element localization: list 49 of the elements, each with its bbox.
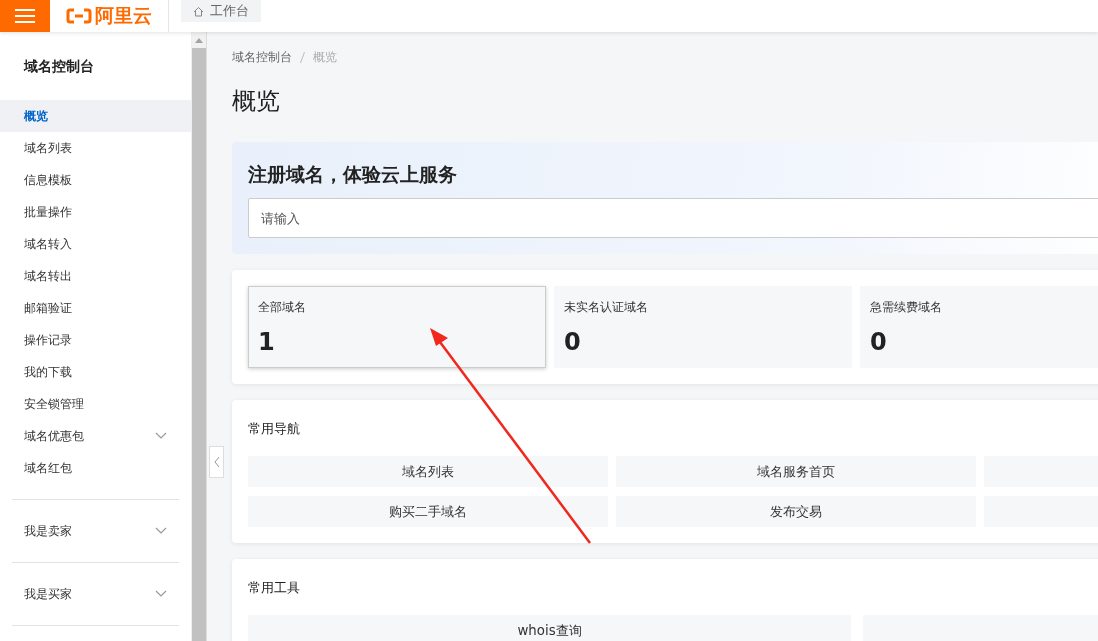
section-title: 常用工具	[248, 579, 301, 597]
sidebar-item[interactable]: 概览	[0, 100, 191, 132]
home-icon	[193, 5, 204, 17]
menu-button[interactable]	[0, 0, 50, 32]
sidebar-group[interactable]: 我是买家	[0, 578, 191, 610]
stat-card[interactable]: 全部域名 1	[248, 286, 546, 368]
nav-link-button[interactable]: 发布交易	[616, 496, 976, 527]
triangle-up-icon	[195, 37, 203, 43]
stat-card[interactable]: 未实名认证域名 0	[554, 286, 852, 368]
stat-value: 0	[564, 328, 582, 356]
domain-search-field[interactable]: 请输入	[248, 198, 1098, 238]
chevron-icon	[155, 527, 167, 535]
sidebar-item[interactable]: 邮箱验证	[0, 292, 191, 324]
nav-link-button[interactable]: 域名服务首页	[616, 456, 976, 487]
sidebar-item[interactable]: 域名转出	[0, 260, 191, 292]
collapse-handle[interactable]	[209, 446, 224, 478]
scrollbar[interactable]	[191, 32, 206, 641]
logo-icon	[66, 8, 92, 24]
tool-button[interactable]: whois查询	[248, 615, 851, 641]
stat-label: 全部域名	[258, 299, 307, 316]
sidebar-item[interactable]: 域名优惠包	[0, 420, 191, 452]
chevron-left-icon	[213, 456, 220, 468]
nav-link-button[interactable]: 域名列表	[248, 456, 608, 487]
page-title: 概览	[232, 86, 281, 116]
sidebar-item[interactable]: 域名红包	[0, 452, 191, 484]
banner-title: 注册域名，体验云上服务	[248, 162, 458, 187]
breadcrumb-link[interactable]: 域名控制台	[232, 48, 292, 66]
chevron-icon	[155, 590, 167, 598]
sidebar-item[interactable]: 批量操作	[0, 196, 191, 228]
menu-icon	[15, 9, 35, 23]
sidebar-item[interactable]: 操作记录	[0, 324, 191, 356]
stat-value: 1	[258, 328, 276, 356]
sidebar-title: 域名控制台	[22, 57, 95, 76]
stat-label: 未实名认证域名	[564, 299, 649, 316]
logo-text: 阿里云	[95, 3, 152, 28]
sidebar-item[interactable]: 信息模板	[0, 164, 191, 196]
separator-icon	[300, 51, 305, 63]
section-title: 常用导航	[248, 420, 301, 438]
stat-card[interactable]: 急需续费域名 0	[860, 286, 1098, 368]
stat-label: 急需续费域名	[870, 299, 943, 316]
workbench-tab[interactable]: 工作台	[181, 0, 261, 22]
sidebar-item[interactable]: 安全锁管理	[0, 388, 191, 420]
sidebar-item[interactable]: 域名列表	[0, 132, 191, 164]
sidebar-group[interactable]: 我是卖家	[0, 515, 191, 547]
scroll-up-button[interactable]	[192, 32, 206, 48]
sidebar-item[interactable]: 域名转入	[0, 228, 191, 260]
stat-value: 0	[870, 328, 888, 356]
sidebar-item[interactable]: 我的下载	[0, 356, 191, 388]
nav-link-button[interactable]: 购买二手域名	[248, 496, 608, 527]
